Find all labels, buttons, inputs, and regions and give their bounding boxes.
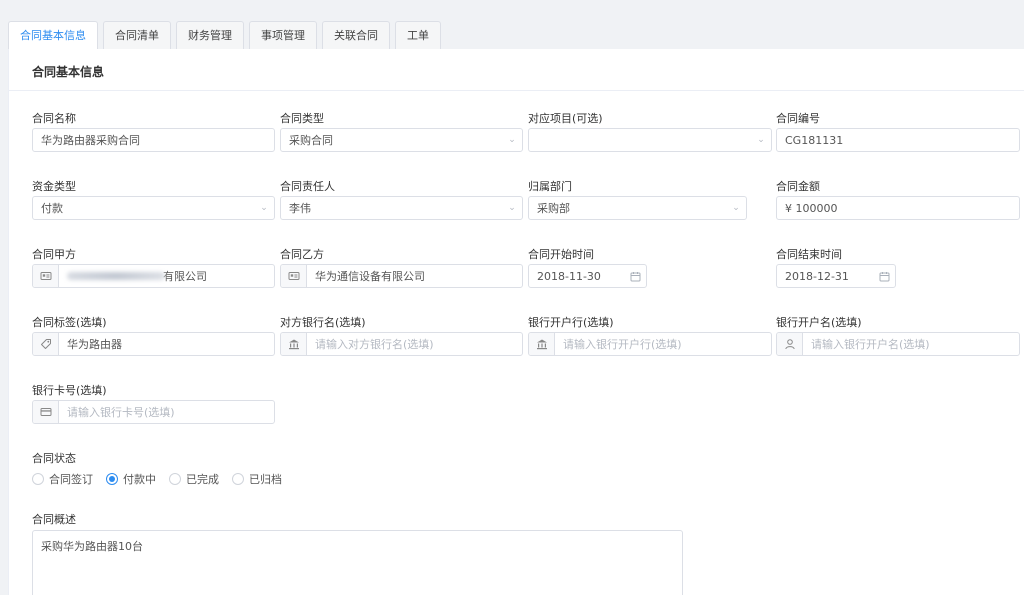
redacted-name: [67, 272, 165, 280]
status-option-paying[interactable]: 付款中: [106, 471, 156, 487]
contract-no-value: CG181131: [785, 133, 844, 147]
bank-name-input[interactable]: 请输入对方银行名(选填): [280, 332, 523, 356]
project-select[interactable]: ⌄: [528, 128, 772, 152]
bank-branch-placeholder: 请输入银行开户行(选填): [563, 338, 682, 351]
amount-input[interactable]: ¥ 100000: [776, 196, 1020, 220]
radio-circle: [106, 473, 118, 485]
contract-type-select[interactable]: 采购合同 ⌄: [280, 128, 523, 152]
contract-no-label: 合同编号: [776, 112, 820, 125]
start-date-picker[interactable]: 2018-11-30: [528, 264, 647, 288]
calendar-icon: [624, 271, 646, 282]
status-option-completed[interactable]: 已完成: [169, 471, 219, 487]
end-date-value: 2018-12-31: [785, 269, 849, 283]
party-b-label: 合同乙方: [280, 248, 324, 261]
status-radio-group: 合同签订 付款中 已完成 已归档: [32, 471, 295, 487]
bank-name-label: 对方银行名(选填): [280, 316, 366, 329]
account-name-label: 银行开户名(选填): [776, 316, 862, 329]
chevron-down-icon: ⌄: [260, 203, 268, 213]
project-label: 对应项目(可选): [528, 112, 603, 125]
department-select[interactable]: 采购部 ⌄: [528, 196, 747, 220]
id-card-icon: [33, 265, 59, 287]
status-option-label: 付款中: [123, 473, 156, 486]
divider: [9, 90, 1024, 91]
chevron-down-icon: ⌄: [757, 135, 765, 145]
amount-value: ¥ 100000: [785, 201, 838, 215]
tab-work-orders[interactable]: 工单: [395, 21, 441, 49]
contract-name-value: 华为路由器采购合同: [41, 134, 140, 147]
party-b-value: 华为通信设备有限公司: [315, 270, 425, 283]
account-name-input[interactable]: 请输入银行开户名(选填): [776, 332, 1020, 356]
tag-label: 合同标签(选填): [32, 316, 107, 329]
party-a-value: 有限公司: [163, 270, 207, 283]
owner-select[interactable]: 李伟 ⌄: [280, 196, 523, 220]
owner-label: 合同责任人: [280, 180, 335, 193]
card-no-label: 银行卡号(选填): [32, 384, 107, 397]
calendar-icon: [873, 271, 895, 282]
fund-type-select[interactable]: 付款 ⌄: [32, 196, 275, 220]
contract-type-value: 采购合同: [289, 134, 333, 147]
department-value: 采购部: [537, 202, 570, 215]
tab-contract-list[interactable]: 合同清单: [103, 21, 171, 49]
status-option-archived[interactable]: 已归档: [232, 471, 282, 487]
contract-type-label: 合同类型: [280, 112, 324, 125]
summary-textarea[interactable]: 采购华为路由器10台: [32, 530, 683, 595]
owner-value: 李伟: [289, 202, 311, 215]
summary-label: 合同概述: [32, 513, 76, 526]
end-date-label: 合同结束时间: [776, 248, 842, 261]
tag-input[interactable]: 华为路由器: [32, 332, 275, 356]
user-icon: [777, 333, 803, 355]
tab-related-contracts[interactable]: 关联合同: [322, 21, 390, 49]
party-b-input[interactable]: 华为通信设备有限公司: [280, 264, 523, 288]
contract-name-input[interactable]: 华为路由器采购合同: [32, 128, 275, 152]
fund-type-label: 资金类型: [32, 180, 76, 193]
tab-finance[interactable]: 财务管理: [176, 21, 244, 49]
basic-info-panel: 合同基本信息 合同名称 华为路由器采购合同 合同类型 采购合同 ⌄ 对应项目(可…: [8, 49, 1024, 595]
tag-icon: [33, 333, 59, 355]
account-name-placeholder: 请输入银行开户名(选填): [811, 338, 930, 351]
panel-title: 合同基本信息: [32, 65, 105, 79]
start-date-label: 合同开始时间: [528, 248, 594, 261]
chevron-down-icon: ⌄: [508, 203, 516, 213]
chevron-down-icon: ⌄: [732, 203, 740, 213]
bank-branch-input[interactable]: 请输入银行开户行(选填): [528, 332, 772, 356]
tag-value: 华为路由器: [67, 338, 122, 351]
tab-basic-info[interactable]: 合同基本信息: [8, 21, 98, 50]
party-a-label: 合同甲方: [32, 248, 76, 261]
bank-icon: [529, 333, 555, 355]
bank-name-placeholder: 请输入对方银行名(选填): [315, 338, 434, 351]
end-date-picker[interactable]: 2018-12-31: [776, 264, 896, 288]
contract-name-label: 合同名称: [32, 112, 76, 125]
contract-no-input[interactable]: CG181131: [776, 128, 1020, 152]
radio-circle: [32, 473, 44, 485]
status-label: 合同状态: [32, 452, 76, 465]
bank-branch-label: 银行开户行(选填): [528, 316, 614, 329]
amount-label: 合同金额: [776, 180, 820, 193]
credit-card-icon: [33, 401, 59, 423]
party-a-input[interactable]: 有限公司: [32, 264, 275, 288]
fund-type-value: 付款: [41, 202, 63, 215]
tab-matters[interactable]: 事项管理: [249, 21, 317, 49]
status-option-signed[interactable]: 合同签订: [32, 471, 93, 487]
radio-circle: [169, 473, 181, 485]
id-card-icon: [281, 265, 307, 287]
card-no-placeholder: 请输入银行卡号(选填): [67, 406, 175, 419]
status-option-label: 合同签订: [49, 473, 93, 486]
bank-icon: [281, 333, 307, 355]
chevron-down-icon: ⌄: [508, 135, 516, 145]
start-date-value: 2018-11-30: [537, 269, 601, 283]
radio-circle: [232, 473, 244, 485]
status-option-label: 已归档: [249, 473, 282, 486]
card-no-input[interactable]: 请输入银行卡号(选填): [32, 400, 275, 424]
department-label: 归属部门: [528, 180, 572, 193]
status-option-label: 已完成: [186, 473, 219, 486]
tab-bar: 合同基本信息 合同清单 财务管理 事项管理 关联合同 工单: [8, 21, 446, 50]
